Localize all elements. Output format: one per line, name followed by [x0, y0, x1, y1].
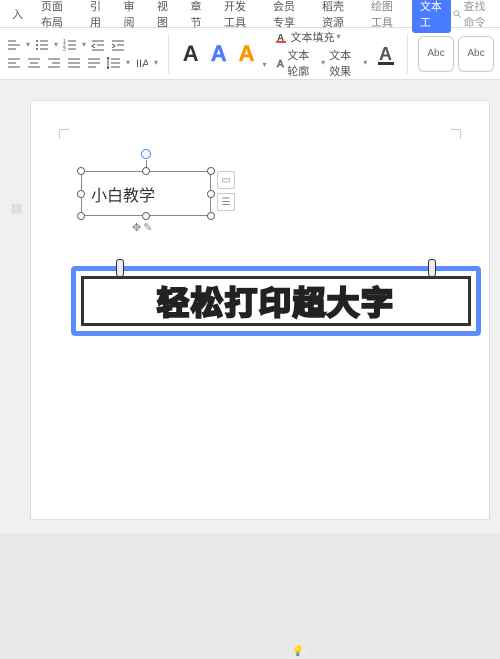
move-icon: ✥ — [132, 221, 141, 234]
svg-text:A: A — [277, 59, 284, 69]
floating-toolbar: ▭ ☰ — [217, 171, 235, 211]
line-spacing-icon[interactable] — [106, 55, 122, 71]
separator — [407, 34, 408, 74]
separator — [168, 34, 169, 74]
page-indicator-icon: ▤ — [11, 201, 22, 215]
indent-increase-icon[interactable] — [110, 37, 126, 53]
tab-developer[interactable]: 开发工具 — [216, 0, 263, 34]
align-left-icon[interactable] — [6, 37, 22, 53]
list-icon[interactable] — [34, 37, 50, 53]
format-options-button[interactable]: ☰ — [217, 193, 235, 211]
command-search[interactable]: 查找命令 — [453, 0, 500, 30]
resize-handle-tm[interactable] — [142, 167, 150, 175]
fill-icon: A — [276, 31, 288, 43]
shape-style-2[interactable]: Abc — [458, 36, 494, 72]
svg-text:3: 3 — [63, 47, 66, 51]
format-group-1: ▾ ▾ 123 ▾ ▾ IIA ▾ — [6, 37, 158, 71]
app-window: 入 页面布局 引用 审阅 视图 章节 开发工具 会员专享 稻壳资源 绘图工具 文… — [0, 0, 500, 533]
banner-inner: 轻松打印超大字 — [81, 276, 471, 326]
page[interactable]: ▤ 小白教学 ▭ ☰ ✥ ✎ — [30, 100, 490, 520]
distribute-btn[interactable] — [86, 55, 102, 71]
shape-styles-group: Abc Abc — [418, 36, 494, 72]
tab-text-tools[interactable]: 文本工 — [412, 0, 451, 33]
tab-insert[interactable]: 入 — [4, 2, 31, 26]
text-outline-button[interactable]: A 文本轮廓 ▾ — [276, 47, 325, 79]
chevron-down-icon[interactable]: ▾ — [26, 40, 30, 49]
text-style-a3[interactable]: A — [235, 39, 259, 69]
drag-indicator[interactable]: ✥ ✎ — [132, 221, 152, 234]
margin-mark — [451, 129, 461, 139]
suggestion-bulb-icon[interactable]: 💡 — [290, 643, 306, 659]
margin-mark — [59, 129, 69, 139]
chevron-down-icon: ▾ — [336, 32, 340, 41]
tab-sections[interactable]: 章节 — [182, 0, 214, 34]
svg-text:IIA: IIA — [136, 58, 148, 69]
tab-drawing-tools[interactable]: 绘图工具 — [363, 0, 410, 34]
tab-references[interactable]: 引用 — [82, 0, 114, 34]
banner-text: 轻松打印超大字 — [157, 278, 395, 324]
text-effect-button[interactable]: 文本效果 ▾ — [329, 47, 367, 79]
align-center-btn[interactable] — [26, 55, 42, 71]
indent-decrease-icon[interactable] — [90, 37, 106, 53]
svg-text:A: A — [379, 44, 392, 64]
ribbon-tabs: 入 页面布局 引用 审阅 视图 章节 开发工具 会员专享 稻壳资源 绘图工具 文… — [0, 0, 500, 28]
text-options-group: A 文本填充 ▾ A 文本轮廓 ▾ 文本效果 ▾ — [276, 29, 367, 79]
search-placeholder: 查找命令 — [463, 0, 494, 30]
numbered-list-icon[interactable]: 123 — [62, 37, 78, 53]
align-right-btn[interactable] — [46, 55, 62, 71]
align-left-btn[interactable] — [6, 55, 22, 71]
resize-handle-bl[interactable] — [77, 212, 85, 220]
tab-review[interactable]: 审阅 — [115, 0, 147, 34]
font-a-group: A — [377, 42, 397, 66]
chevron-down-icon[interactable]: ▾ — [54, 40, 58, 49]
chevron-down-icon: ▾ — [363, 58, 367, 67]
chevron-down-icon[interactable]: ▾ — [82, 40, 86, 49]
align-justify-btn[interactable] — [66, 55, 82, 71]
resize-handle-mr[interactable] — [207, 190, 215, 198]
rotate-handle[interactable] — [141, 149, 151, 159]
chevron-down-icon[interactable]: ▾ — [154, 58, 158, 67]
textbox-text[interactable]: 小白教学 — [85, 175, 207, 212]
resize-handle-tl[interactable] — [77, 167, 85, 175]
chevron-down-icon[interactable]: ▾ — [126, 58, 130, 67]
font-color-icon[interactable]: A — [377, 42, 397, 66]
resize-handle-tr[interactable] — [207, 167, 215, 175]
clip-decoration — [428, 259, 436, 277]
edit-icon: ✎ — [143, 221, 152, 234]
resize-handle-br[interactable] — [207, 212, 215, 220]
ribbon-toolbar: ▾ ▾ 123 ▾ ▾ IIA ▾ A A — [0, 28, 500, 80]
title-banner: 轻松打印超大字 — [71, 266, 481, 336]
resize-handle-ml[interactable] — [77, 190, 85, 198]
outline-icon: A — [276, 57, 285, 69]
tab-view[interactable]: 视图 — [149, 0, 181, 34]
shape-style-1[interactable]: Abc — [418, 36, 454, 72]
text-fill-button[interactable]: A 文本填充 ▾ — [276, 29, 367, 45]
selected-textbox[interactable]: 小白教学 ▭ ☰ ✥ ✎ — [81, 171, 211, 216]
chevron-down-icon: ▾ — [321, 58, 325, 67]
chevron-down-icon[interactable]: ▾ — [262, 60, 266, 69]
clip-decoration — [116, 259, 124, 277]
tab-page-layout[interactable]: 页面布局 — [33, 0, 80, 34]
layout-options-button[interactable]: ▭ — [217, 171, 235, 189]
document-canvas: ▤ 小白教学 ▭ ☰ ✥ ✎ — [0, 80, 500, 533]
text-style-a2[interactable]: A — [207, 39, 231, 69]
text-style-group: A A A ▾ — [179, 39, 267, 69]
search-icon — [453, 8, 461, 20]
text-direction-icon[interactable]: IIA — [134, 55, 150, 71]
resize-handle-bm[interactable] — [142, 212, 150, 220]
text-style-a1[interactable]: A — [179, 39, 203, 69]
